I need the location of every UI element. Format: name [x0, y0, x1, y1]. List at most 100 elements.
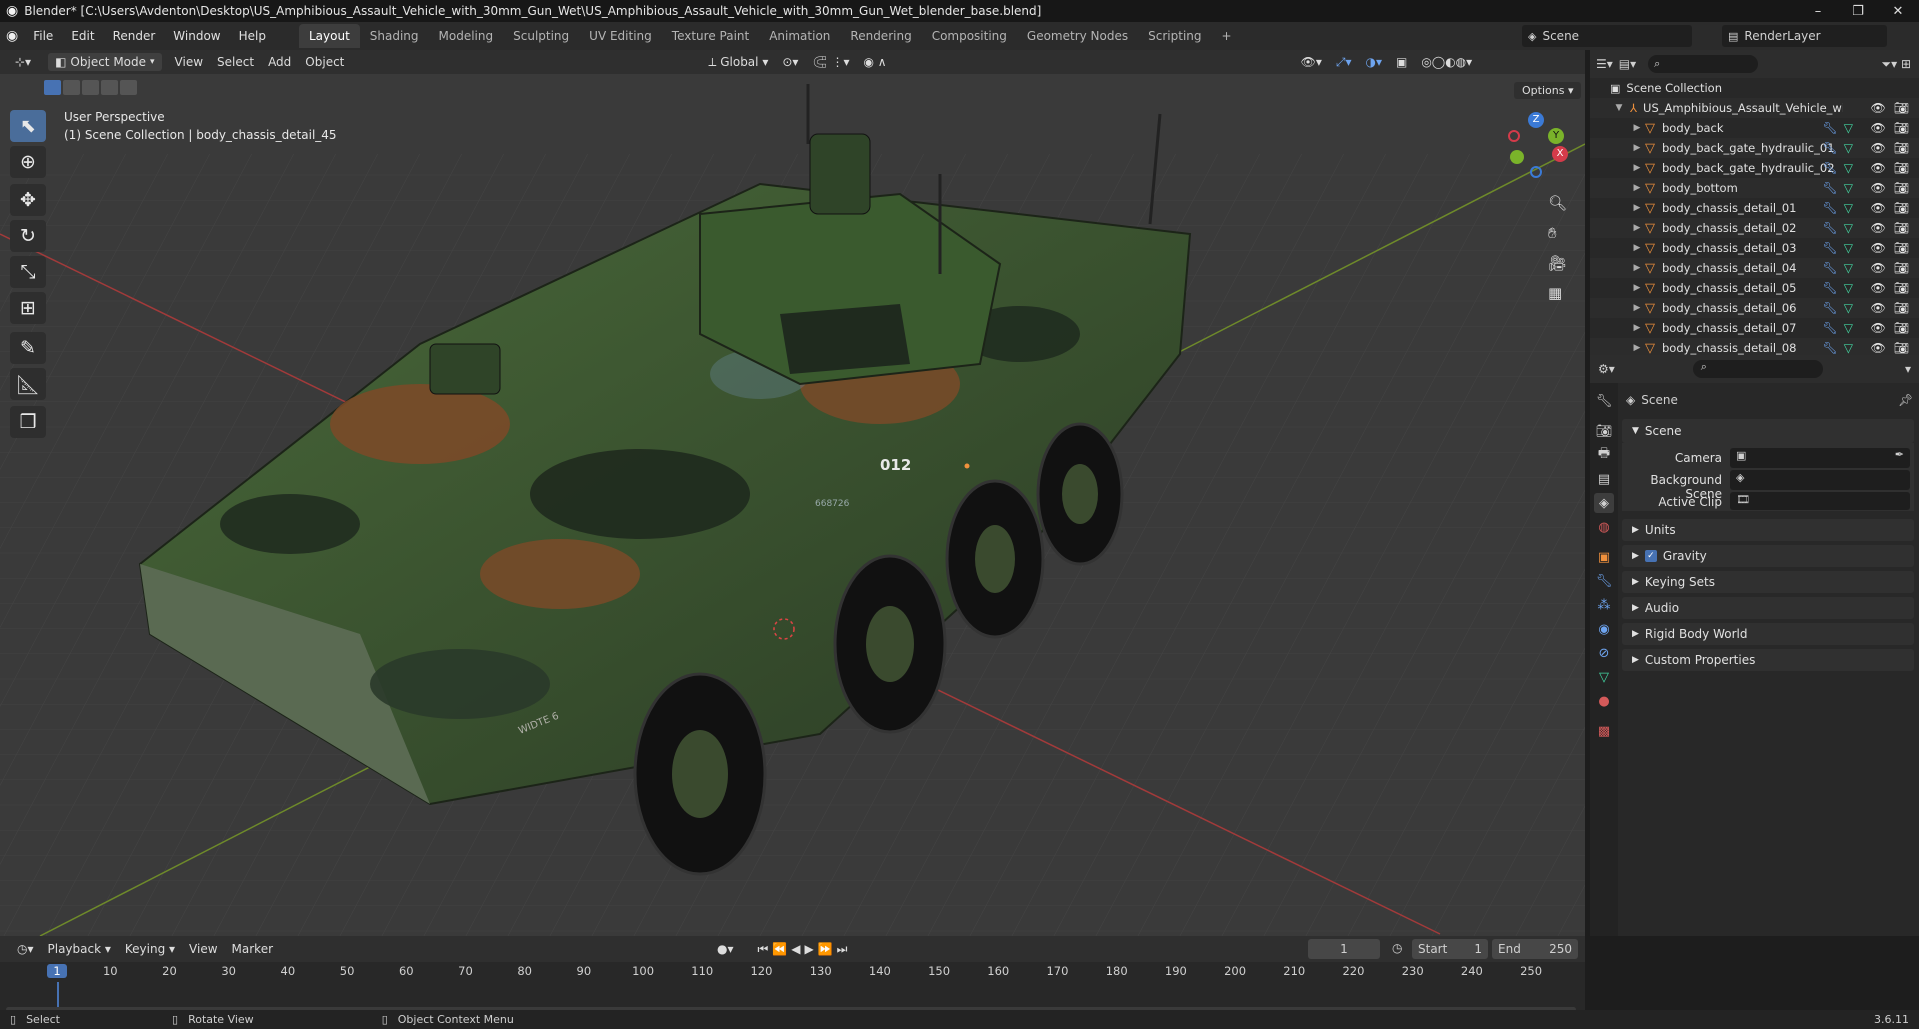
gizmo-toggle-icon[interactable]: ⤢▾	[1329, 53, 1359, 72]
blender-menu-icon[interactable]: ◉	[6, 28, 18, 44]
gizmo-z-axis[interactable]: Z	[1528, 112, 1544, 128]
expand-arrow-icon[interactable]: ▶	[1632, 183, 1642, 193]
outliner-object-row[interactable]: ▶ ▽ body_bottom 🔧︎ ▽ 👁︎ 📷︎	[1590, 178, 1919, 198]
camera-render-icon[interactable]: 📷︎	[1894, 141, 1909, 155]
measure-tool[interactable]: 📐︎	[10, 368, 46, 400]
tab-modeling[interactable]: Modeling	[429, 24, 504, 48]
tool-tab-icon[interactable]: 🔧︎	[1594, 391, 1614, 411]
clock-icon[interactable]: ◷	[1392, 941, 1402, 955]
menu-playback[interactable]: Playback ▾	[41, 940, 118, 958]
proportional-edit-icon[interactable]: ◉ ∧	[857, 53, 894, 71]
expand-arrow-icon[interactable]: ▼	[1614, 103, 1624, 113]
eye-icon[interactable]: 👁︎	[1871, 201, 1886, 215]
tab-shading[interactable]: Shading	[360, 24, 429, 48]
options-button[interactable]: Options ▾	[1514, 82, 1582, 99]
outliner-object-row[interactable]: ▶ ▽ body_chassis_detail_01 🔧︎ ▽ 👁︎ 📷︎	[1590, 198, 1919, 218]
pivot-point-icon[interactable]: ⊙▾	[775, 53, 805, 71]
eye-icon[interactable]: 👁︎	[1871, 221, 1886, 235]
view-layer-tab-icon[interactable]: ▤	[1594, 469, 1614, 489]
end-frame-field[interactable]: End 250	[1492, 939, 1578, 959]
select-subtract-icon[interactable]	[82, 80, 99, 95]
camera-render-icon[interactable]: 📷︎	[1894, 181, 1909, 195]
camera-render-icon[interactable]: 📷︎	[1894, 121, 1909, 135]
outliner-object-row[interactable]: ▶ ▽ body_chassis_detail_03 🔧︎ ▽ 👁︎ 📷︎	[1590, 238, 1919, 258]
visibility-icon[interactable]: 👁︎▾	[1294, 53, 1329, 71]
editor-type-icon[interactable]: ⊹▾	[8, 53, 38, 71]
outliner-object-row[interactable]: ▶ ▽ body_chassis_detail_06 🔧︎ ▽ 👁︎ 📷︎	[1590, 298, 1919, 318]
current-frame-field[interactable]: 1	[1308, 939, 1380, 959]
texture-tab-icon[interactable]: ▩	[1594, 721, 1614, 741]
rigid-body-world-panel[interactable]: ▶ Rigid Body World	[1622, 623, 1914, 645]
scene-panel-header[interactable]: ▼ Scene	[1622, 419, 1914, 443]
timeline-editor-icon[interactable]: ◷▾	[10, 940, 41, 958]
camera-render-icon[interactable]: 📷︎	[1894, 221, 1909, 235]
modifier-wrench-icon[interactable]: 🔧︎	[1823, 281, 1838, 295]
eye-icon[interactable]: 👁︎	[1871, 161, 1886, 175]
properties-options-icon[interactable]: ▾	[1905, 362, 1911, 376]
view-layer-selector[interactable]: ▤ RenderLayer	[1722, 25, 1887, 47]
rotate-tool[interactable]: ↻	[10, 220, 46, 252]
gizmo-y-axis[interactable]: Y	[1548, 128, 1564, 144]
output-tab-icon[interactable]: 🖶	[1594, 445, 1614, 465]
camera-view-icon[interactable]: 🎥︎	[1548, 254, 1567, 272]
scene-collection-row[interactable]: ▣ Scene Collection	[1590, 78, 1919, 98]
menu-render[interactable]: Render	[104, 29, 165, 43]
add-workspace-button[interactable]: +	[1212, 24, 1242, 48]
ortho-toggle-icon[interactable]: ▦	[1548, 284, 1562, 302]
transform-tool[interactable]: ⊞	[10, 292, 46, 324]
camera-render-icon[interactable]: 📷︎	[1894, 101, 1909, 115]
scene-tab-icon[interactable]: ◈	[1594, 493, 1614, 513]
outliner-object-row[interactable]: ▶ ▽ body_back 🔧︎ ▽ 👁︎ 📷︎	[1590, 118, 1919, 138]
expand-arrow-icon[interactable]: ▶	[1632, 283, 1642, 293]
modifier-wrench-icon[interactable]: 🔧︎	[1823, 261, 1838, 275]
camera-render-icon[interactable]: 📷︎	[1894, 241, 1909, 255]
menu-edit[interactable]: Edit	[62, 29, 103, 43]
menu-object[interactable]: Object	[298, 53, 351, 71]
outliner-object-row[interactable]: ▶ ▽ body_chassis_detail_08 🔧︎ ▽ 👁︎ 📷︎	[1590, 338, 1919, 355]
eye-icon[interactable]: 👁︎	[1871, 301, 1886, 315]
move-tool[interactable]: ✥	[10, 184, 46, 216]
expand-arrow-icon[interactable]: ▶	[1632, 303, 1642, 313]
expand-arrow-icon[interactable]: ▶	[1632, 343, 1642, 353]
eye-icon[interactable]: 👁︎	[1871, 321, 1886, 335]
physics-tab-icon[interactable]: ◉	[1594, 619, 1614, 639]
tab-animation[interactable]: Animation	[759, 24, 840, 48]
modifier-wrench-icon[interactable]: 🔧︎	[1823, 121, 1838, 135]
mesh-data-icon[interactable]: ▽	[1844, 221, 1853, 235]
modifier-wrench-icon[interactable]: 🔧︎	[1823, 221, 1838, 235]
eye-icon[interactable]: 👁︎	[1871, 341, 1886, 355]
gravity-panel[interactable]: ▶ ✓ Gravity	[1622, 545, 1914, 567]
annotate-tool[interactable]: ✎	[10, 332, 46, 364]
zoom-icon[interactable]: 🔍︎	[1548, 194, 1567, 212]
gizmo-neg-x[interactable]	[1508, 130, 1520, 142]
expand-arrow-icon[interactable]: ▶	[1632, 163, 1642, 173]
modifier-wrench-icon[interactable]: 🔧︎	[1823, 321, 1838, 335]
expand-arrow-icon[interactable]: ▶	[1632, 203, 1642, 213]
outliner-object-row[interactable]: ▶ ▽ body_chassis_detail_07 🔧︎ ▽ 👁︎ 📷︎	[1590, 318, 1919, 338]
modifier-wrench-icon[interactable]: 🔧︎	[1823, 141, 1838, 155]
scene-selector[interactable]: ◈ Scene	[1522, 25, 1692, 47]
outliner-object-row[interactable]: ▶ ▽ body_chassis_detail_02 🔧︎ ▽ 👁︎ 📷︎	[1590, 218, 1919, 238]
select-box-tool[interactable]: ⬉	[10, 110, 46, 142]
expand-arrow-icon[interactable]: ▶	[1632, 323, 1642, 333]
playhead-line[interactable]	[57, 982, 59, 1010]
camera-render-icon[interactable]: 📷︎	[1894, 281, 1909, 295]
eye-icon[interactable]: 👁︎	[1871, 141, 1886, 155]
expand-arrow-icon[interactable]: ▶	[1632, 243, 1642, 253]
gizmo-x-axis[interactable]: X	[1552, 146, 1568, 162]
frame-ruler[interactable]: 1 10 20 30 40 50 60 70 80 90 100 110 120 130 140 150 160…	[0, 962, 1585, 982]
properties-search-input[interactable]: ⌕	[1692, 360, 1823, 378]
eye-icon[interactable]: 👁︎	[1871, 121, 1886, 135]
display-mode-icon[interactable]: ▤▾	[1619, 57, 1636, 71]
menu-select[interactable]: Select	[210, 53, 261, 71]
xray-toggle-icon[interactable]: ▣	[1389, 53, 1414, 71]
tab-geometry-nodes[interactable]: Geometry Nodes	[1017, 24, 1138, 48]
tab-sculpting[interactable]: Sculpting	[503, 24, 579, 48]
constraints-tab-icon[interactable]: ⊘	[1594, 643, 1614, 663]
transform-orientation[interactable]: ⟂ Global ▾	[701, 53, 775, 72]
eye-icon[interactable]: 👁︎	[1871, 281, 1886, 295]
mesh-data-icon[interactable]: ▽	[1844, 321, 1853, 335]
tab-texture-paint[interactable]: Texture Paint	[662, 24, 759, 48]
navigation-gizmo[interactable]: Z Y X	[1498, 110, 1568, 180]
camera-render-icon[interactable]: 📷︎	[1894, 341, 1909, 355]
